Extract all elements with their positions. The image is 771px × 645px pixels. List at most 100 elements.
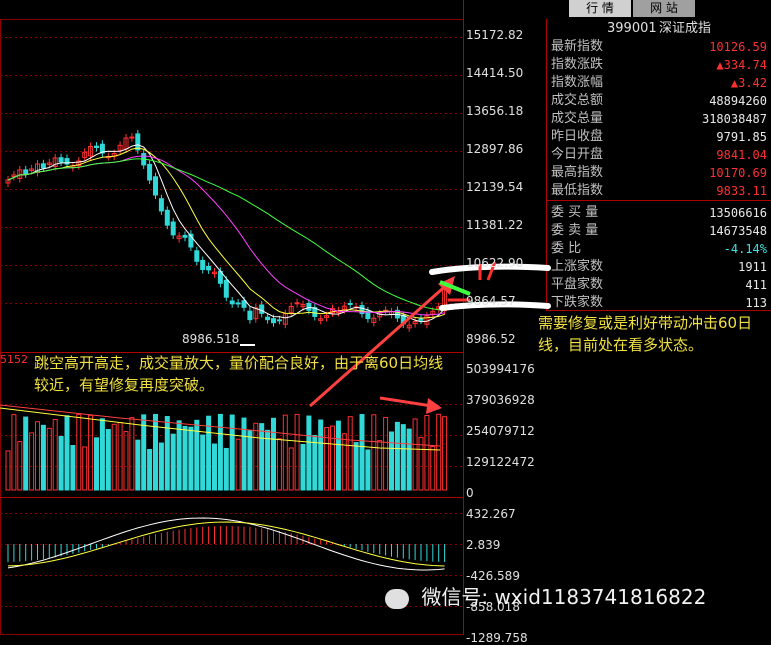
- volume-bar: [70, 444, 76, 491]
- candle-body: [265, 316, 271, 321]
- volume-bar: [17, 441, 23, 491]
- volume-bar: [359, 414, 365, 491]
- volume-bar: [335, 420, 341, 491]
- stat-row: 下跌家数 113: [549, 294, 769, 312]
- volume-bar: [223, 447, 229, 491]
- volume-bar: [46, 427, 52, 491]
- volume-bar: [105, 429, 111, 491]
- volume-bar: [300, 444, 306, 491]
- volume-bar: [82, 446, 88, 491]
- axis-tick-label: 129122472: [466, 455, 535, 469]
- stat-value: 9841.04: [716, 148, 767, 162]
- wechat-id: 微信号: wxid1183741816822: [421, 585, 707, 609]
- candle-body: [206, 265, 212, 271]
- wechat-icon: [385, 588, 409, 609]
- stat-label: 最高指数: [551, 165, 604, 180]
- volume-bar: [347, 416, 353, 491]
- stat-row: 成交总额 48894260: [549, 92, 769, 110]
- volume-bar: [341, 433, 347, 491]
- macd-indicator: [7, 517, 446, 571]
- volume-bar: [52, 419, 58, 491]
- volume-bar: [40, 424, 46, 491]
- axis-tick-label: 10622.90: [466, 256, 524, 270]
- volume-bar: [200, 434, 206, 491]
- candle-body: [182, 234, 188, 238]
- axis-tick-label: 0: [466, 486, 474, 500]
- volume-bar: [188, 426, 194, 491]
- stat-label: 今日开盘: [551, 147, 604, 162]
- volume-bar: [424, 414, 430, 491]
- candlestick-series: [5, 129, 448, 332]
- volume-bar: [389, 431, 394, 491]
- volume-bar: [64, 415, 70, 491]
- stat-row: 今日开盘 9841.04: [549, 146, 769, 164]
- axis-tick-label: 12139.54: [466, 180, 524, 194]
- index-header: 399001 深证成指: [549, 20, 769, 38]
- candle-body: [259, 304, 265, 314]
- volume-bar: [276, 438, 282, 491]
- candle-body: [229, 300, 235, 305]
- axis-tick-label: 9864.57: [466, 294, 516, 308]
- volume-bar: [271, 417, 276, 491]
- volume-bar: [76, 413, 82, 491]
- stat-label: 指数涨跌: [551, 57, 604, 72]
- volume-bar: [312, 435, 318, 491]
- volume-bar: [88, 414, 94, 491]
- stat-label: 最低指数: [551, 183, 604, 198]
- index-code: 399001: [607, 21, 657, 36]
- candle-body: [306, 302, 312, 311]
- arrow-right-head: [426, 398, 442, 414]
- volume-bar: [147, 448, 153, 491]
- volume-bar: [442, 416, 448, 491]
- axis-tick-label: 11381.22: [466, 218, 524, 232]
- stat-label: 成交总额: [551, 93, 604, 108]
- volume-bar: [123, 431, 129, 491]
- stat-label: 委 买 量: [551, 205, 599, 220]
- candle-body: [23, 169, 29, 175]
- stat-value: 10170.69: [709, 166, 767, 180]
- candle-body: [194, 250, 200, 262]
- stat-label: 成交总量: [551, 111, 604, 126]
- candle-body: [153, 176, 158, 196]
- axis-tick-label: 15172.82: [466, 28, 524, 42]
- analysis-note-left: 跳空高开高走，成交量放大，量价配合良好，由于离60日均线较近，有望修复再度突破。: [34, 354, 444, 394]
- stat-label: 指数涨幅: [551, 75, 604, 90]
- stat-row: 委 比 -4.14%: [549, 240, 769, 258]
- volume-bar: [99, 418, 105, 491]
- stat-label: 最新指数: [551, 39, 604, 54]
- volume-bar: [394, 421, 400, 491]
- volume-bar: [117, 422, 123, 491]
- volume-bar: [111, 423, 117, 491]
- stat-value: 411: [745, 278, 767, 292]
- volume-bar: [5, 450, 11, 491]
- candle-body: [241, 300, 247, 308]
- candle-body: [223, 279, 229, 298]
- stat-value: 14673548: [709, 224, 767, 238]
- tab-quote[interactable]: 行 情: [569, 0, 631, 17]
- stat-value: 9791.85: [716, 130, 767, 144]
- stat-row: 最低指数 9833.11: [549, 182, 769, 200]
- stat-row: 委 卖 量 14673548: [549, 222, 769, 240]
- axis-tick-label: 12897.86: [466, 142, 524, 156]
- volume-bar: [371, 414, 377, 491]
- volume-bar: [365, 449, 371, 491]
- candle-body: [94, 145, 99, 149]
- volume-bar: [35, 421, 40, 491]
- stat-row: 最新指数 10126.59: [549, 38, 769, 56]
- volume-bar: [318, 419, 324, 491]
- volume-bar: [430, 445, 436, 491]
- low-price-marker: 8986.518: [182, 332, 240, 346]
- stat-value: -4.14%: [723, 242, 767, 256]
- candle-body: [271, 318, 276, 324]
- tab-web[interactable]: 网 站: [633, 0, 695, 17]
- stat-row: 委 买 量 13506616: [549, 204, 769, 222]
- candle-body: [129, 136, 135, 139]
- axis-tick-label: -1289.758: [466, 631, 528, 645]
- volume-bar: [383, 416, 389, 491]
- volume-bar: [212, 443, 217, 491]
- volume-bar: [259, 423, 265, 491]
- volume-bar: [229, 414, 235, 491]
- candle-body: [247, 310, 253, 321]
- candle-body: [170, 221, 176, 236]
- stat-value: 9833.11: [716, 184, 767, 198]
